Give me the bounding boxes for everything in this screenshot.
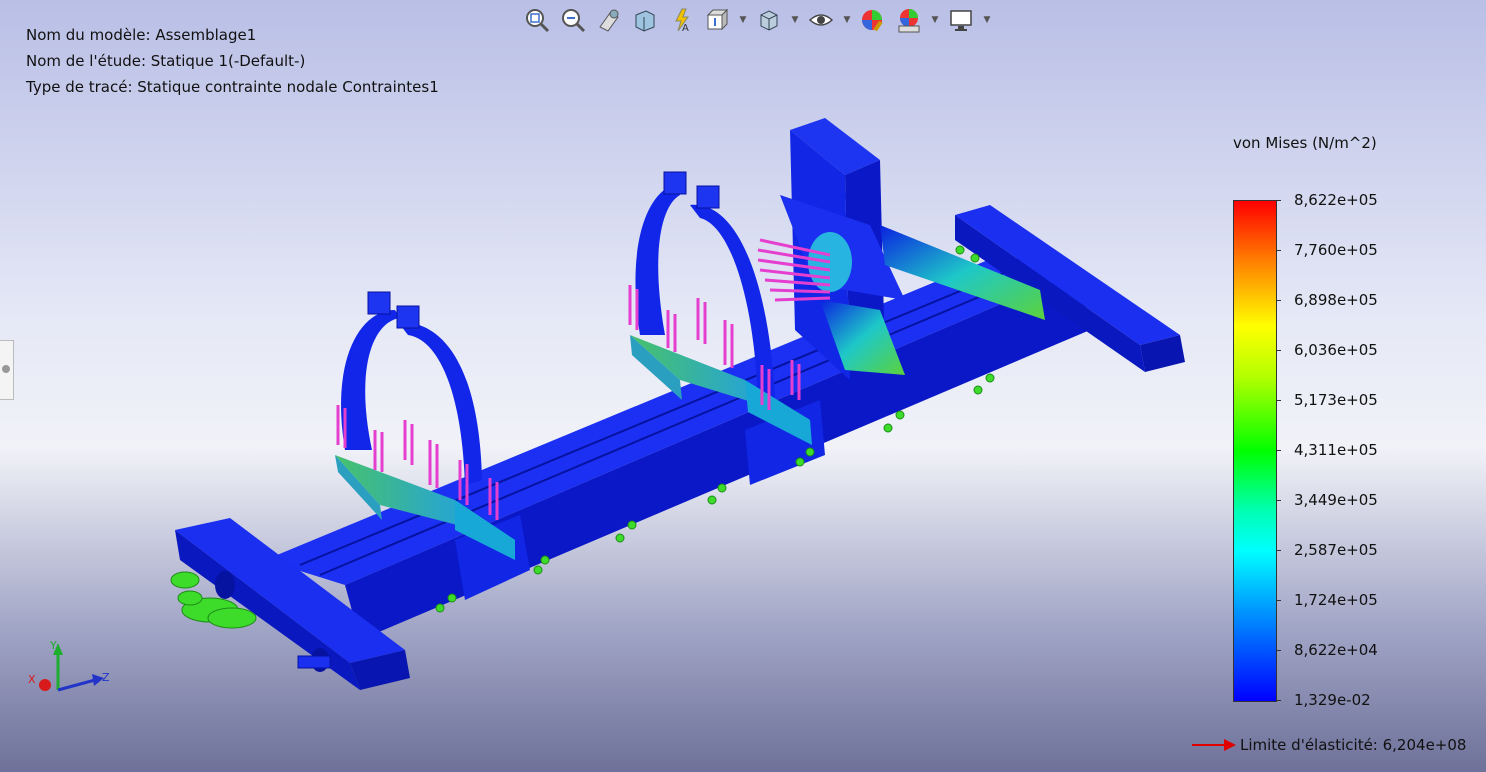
legend-tick-mark	[1276, 500, 1281, 501]
stress-colorbar	[1233, 200, 1277, 702]
legend-tick-label: 6,036e+05	[1294, 341, 1378, 359]
legend-title: von Mises (N/m^2)	[1233, 134, 1377, 152]
legend-tick-mark	[1276, 300, 1281, 301]
arrow-right-icon	[1192, 739, 1236, 751]
axis-triad: Y Z X	[28, 639, 110, 692]
yield-strength: Limite d'élasticité: 6,204e+08	[1192, 736, 1466, 754]
legend-tick-label: 1,724e+05	[1294, 591, 1378, 609]
legend-tick-mark	[1276, 250, 1281, 251]
legend-tick-mark	[1276, 650, 1281, 651]
axis-x-label: X	[28, 673, 36, 686]
legend-tick-label: 2,587e+05	[1294, 541, 1378, 559]
legend-tick-label: 1,329e-02	[1294, 691, 1371, 709]
legend-tick-label: 3,449e+05	[1294, 491, 1378, 509]
legend-tick-label: 7,760e+05	[1294, 241, 1378, 259]
axis-y-label: Y	[49, 639, 57, 652]
legend-tick-mark	[1276, 350, 1281, 351]
legend-tick-label: 5,173e+05	[1294, 391, 1378, 409]
legend-tick-mark	[1276, 700, 1281, 701]
legend-tick-mark	[1276, 200, 1281, 201]
legend-tick-label: 6,898e+05	[1294, 291, 1378, 309]
legend-tick-label: 8,622e+04	[1294, 641, 1378, 659]
legend-tick-label: 4,311e+05	[1294, 441, 1378, 459]
axis-z-label: Z	[102, 671, 110, 684]
yield-label: Limite d'élasticité: 6,204e+08	[1240, 736, 1467, 754]
legend-tick-mark	[1276, 600, 1281, 601]
legend-tick-mark	[1276, 400, 1281, 401]
legend-tick-label: 8,622e+05	[1294, 191, 1378, 209]
legend-tick-mark	[1276, 450, 1281, 451]
legend-tick-mark	[1276, 550, 1281, 551]
